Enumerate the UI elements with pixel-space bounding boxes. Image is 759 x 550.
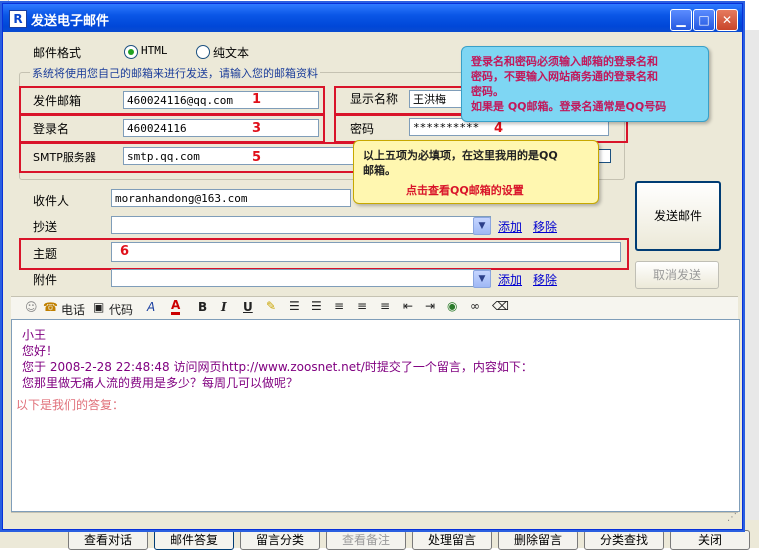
smtp-server-label: SMTP服务器	[33, 151, 96, 164]
resize-grip-icon[interactable]: ⋰	[727, 512, 737, 523]
bg-delete-button[interactable]: 删除留言	[498, 530, 578, 550]
login-name-input[interactable]: 460024116	[123, 119, 319, 137]
attachment-add-link[interactable]: 添加	[498, 271, 522, 288]
title-bar: R 发送电子邮件 ▁ □ ✕	[3, 4, 742, 32]
eraser-icon[interactable]: ⌫	[492, 299, 509, 313]
bold-icon[interactable]: B	[198, 300, 207, 314]
login-hint-line-1: 登录名和密码必须输入邮箱的登录名和	[471, 55, 658, 68]
display-name-label: 显示名称	[350, 92, 399, 106]
font-color-icon[interactable]: A	[171, 299, 181, 315]
numbered-list-icon[interactable]: ☰	[289, 299, 300, 313]
annotation-number-1: 1	[252, 92, 262, 107]
app-icon: R	[9, 10, 27, 28]
emoji-icon[interactable]: ☺	[25, 300, 38, 314]
smtp-server-input[interactable]: smtp.qq.com	[123, 147, 355, 165]
font-size-icon[interactable]: A	[147, 300, 155, 314]
align-left-icon[interactable]: ≡	[334, 299, 344, 313]
login-name-label: 登录名	[33, 122, 70, 136]
bg-category-button[interactable]: 留言分类	[240, 530, 320, 550]
cc-label: 抄送	[33, 220, 58, 234]
annotation-number-4: 4	[494, 121, 504, 136]
to-label: 收件人	[33, 194, 70, 208]
annotation-number-3: 3	[252, 121, 262, 136]
body-line-2: 您好！	[22, 344, 59, 358]
cc-dropdown-icon[interactable]: ▼	[473, 217, 491, 235]
status-bar: ⋰	[11, 512, 738, 525]
maximize-icon[interactable]: □	[693, 9, 715, 31]
bg-process-button[interactable]: 处理留言	[412, 530, 492, 550]
cc-add-link[interactable]: 添加	[498, 218, 522, 235]
login-hint-line-2: 密码，不要输入网站商务通的登录名和	[471, 70, 658, 83]
send-email-window: R 发送电子邮件 ▁ □ ✕ 邮件格式 HTML 纯文本 系统将使用您自己的邮箱…	[2, 3, 743, 530]
attachment-label: 附件	[33, 273, 58, 287]
sender-email-input[interactable]: 460024116@qq.com	[123, 91, 319, 109]
to-input[interactable]: moranhandong@163.com	[111, 189, 351, 207]
body-line-5: 以下是我们的答复：	[16, 398, 125, 412]
message-body-editor[interactable]: 小王 您好！ 您于 2008-2-28 22:48:48 访问网页http://…	[11, 319, 740, 512]
bg-mail-reply-button[interactable]: 邮件答复	[154, 530, 234, 550]
attachment-input[interactable]	[111, 269, 491, 287]
qq-settings-link[interactable]: 点击查看QQ邮箱的设置	[406, 182, 524, 198]
body-line-4: 您那里做无痛人流的费用是多少？每周几可以做呢？	[22, 376, 299, 390]
outdent-icon[interactable]: ⇤	[403, 299, 413, 313]
underline-icon[interactable]: U	[243, 300, 253, 314]
window-title: 发送电子邮件	[31, 14, 110, 29]
subject-input[interactable]	[111, 242, 621, 262]
login-hint-line-3: 密码。	[471, 85, 504, 98]
editor-toolbar: ☺ ☎ 电话 ▣ 代码 A A B I U ✎ ☰ ☰ ≡ ≡ ≡ ⇤ ⇥ ◉ …	[11, 296, 738, 320]
required-hint-line-2: 邮箱。	[363, 164, 396, 177]
format-label: 邮件格式	[33, 46, 82, 60]
code-button[interactable]: 代码	[109, 301, 133, 318]
login-hint-line-4: 如果是 QQ邮箱。登录名通常是QQ号码	[471, 100, 667, 113]
bg-close-button[interactable]: 关闭	[670, 530, 750, 550]
body-line-1: 小王	[22, 328, 47, 342]
group-title: 系统将使用您自己的邮箱来进行发送，请输入您的邮箱资料	[30, 65, 320, 81]
html-radio-label: HTML	[141, 44, 168, 57]
cc-remove-link[interactable]: 移除	[533, 218, 557, 235]
annotation-number-6: 6	[120, 244, 130, 259]
bullet-list-icon[interactable]: ☰	[311, 299, 322, 313]
align-center-icon[interactable]: ≡	[357, 299, 367, 313]
attachment-dropdown-icon[interactable]: ▼	[473, 270, 491, 288]
cc-input[interactable]	[111, 216, 491, 234]
login-hint-tooltip: 登录名和密码必须输入邮箱的登录名和 密码，不要输入网站商务通的登录名和 密码。 …	[461, 46, 709, 122]
attachment-remove-link[interactable]: 移除	[533, 271, 557, 288]
ssl-checkbox[interactable]	[597, 149, 611, 163]
subject-label: 主题	[33, 247, 58, 261]
html-radio[interactable]	[124, 45, 138, 59]
password-label: 密码	[350, 122, 375, 136]
align-right-icon[interactable]: ≡	[380, 299, 390, 313]
close-icon[interactable]: ✕	[716, 9, 738, 31]
code-icon[interactable]: ▣	[93, 300, 104, 314]
minimize-icon[interactable]: ▁	[670, 9, 692, 31]
italic-icon[interactable]: I	[221, 300, 227, 314]
indent-icon[interactable]: ⇥	[425, 299, 435, 313]
sender-email-label: 发件邮箱	[33, 94, 82, 108]
required-hint-line-1: 以上五项为必填项，在这里我用的是QQ	[363, 149, 558, 162]
bg-search-category-button[interactable]: 分类查找	[584, 530, 664, 550]
cancel-send-button[interactable]: 取消发送	[635, 261, 719, 289]
body-line-3: 您于 2008-2-28 22:48:48 访问网页http://www.zoo…	[22, 360, 533, 374]
bg-view-note-button[interactable]: 查看备注	[326, 530, 406, 550]
plain-text-radio-label: 纯文本	[213, 46, 250, 60]
plain-text-radio[interactable]	[196, 45, 210, 59]
phone-button[interactable]: 电话	[61, 301, 85, 318]
insert-image-icon[interactable]: ◉	[447, 299, 457, 313]
annotation-number-5: 5	[252, 150, 262, 165]
highlight-icon[interactable]: ✎	[266, 299, 276, 313]
required-hint-tooltip: 以上五项为必填项，在这里我用的是QQ 邮箱。 点击查看QQ邮箱的设置	[353, 140, 599, 204]
bg-view-chat-button[interactable]: 查看对话	[68, 530, 148, 550]
background-window-right	[741, 30, 759, 520]
link-icon[interactable]: ∞	[470, 299, 480, 313]
phone-icon[interactable]: ☎	[43, 300, 58, 314]
send-email-button[interactable]: 发送邮件	[635, 181, 721, 251]
